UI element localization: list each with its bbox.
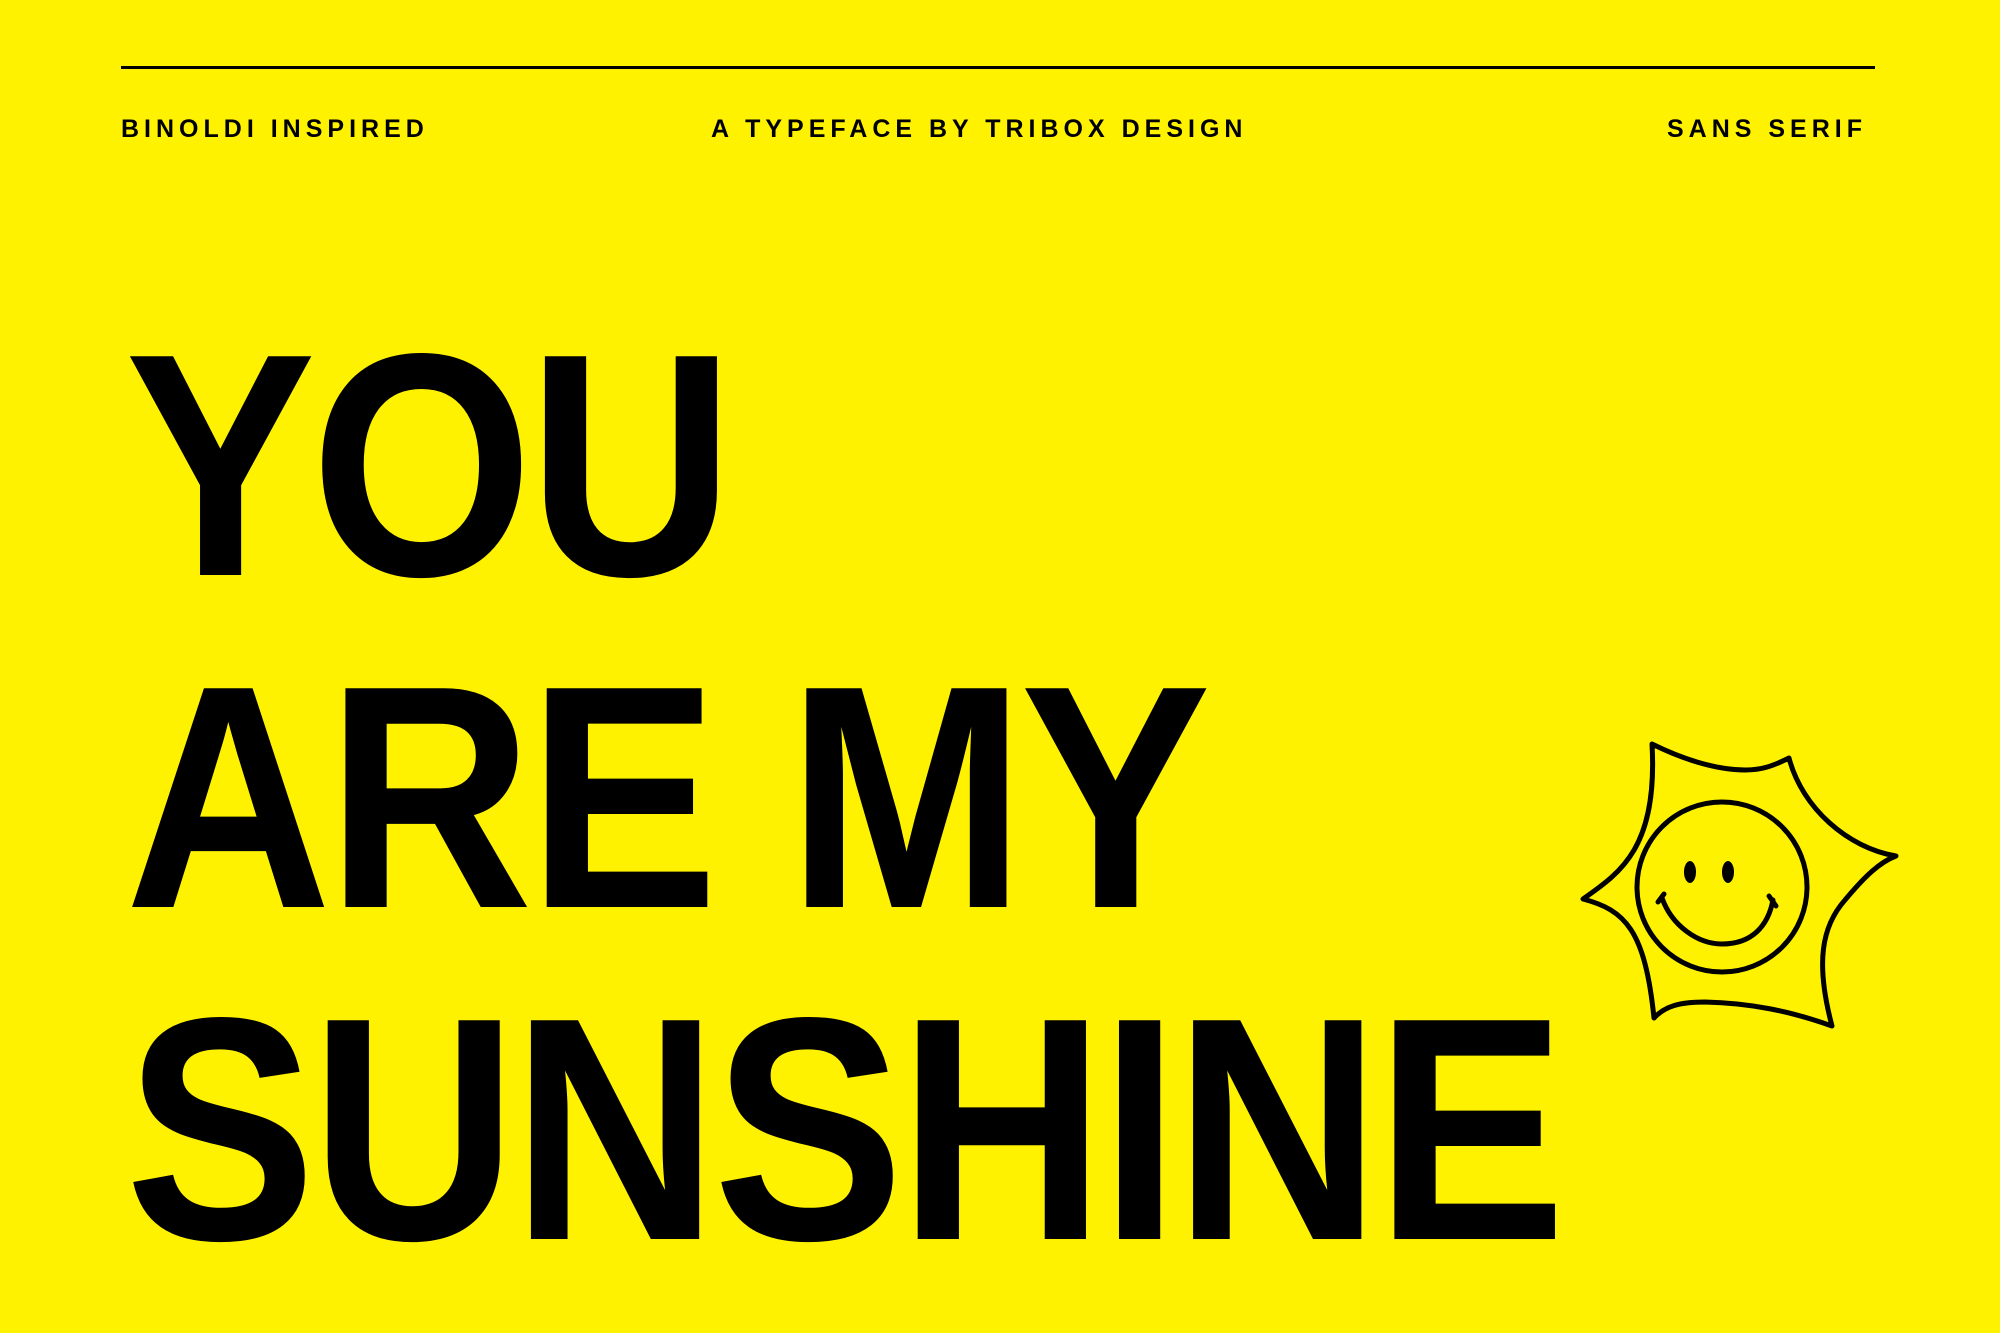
sun-right-eye [1722, 861, 1734, 883]
top-divider [121, 66, 1875, 69]
headline-line-3: SUNSHINE [125, 952, 1566, 1307]
smiling-sun-icon [1580, 741, 1899, 1029]
typeface-credit: A TYPEFACE BY TRIBOX DESIGN [711, 115, 1248, 143]
sun-left-eye [1684, 861, 1696, 883]
font-category-label: SANS SERIF [1666, 115, 1867, 143]
sun-rays-outline [1580, 741, 1899, 1029]
inspiration-label: BINOLDI INSPIRED [121, 115, 429, 143]
headline-line-1: YOU [125, 288, 734, 643]
headline-line-2: ARE MY [125, 620, 1211, 975]
headline: YOU ARE MY SUNSHINE [125, 288, 1566, 1307]
sun-smile [1659, 895, 1776, 947]
